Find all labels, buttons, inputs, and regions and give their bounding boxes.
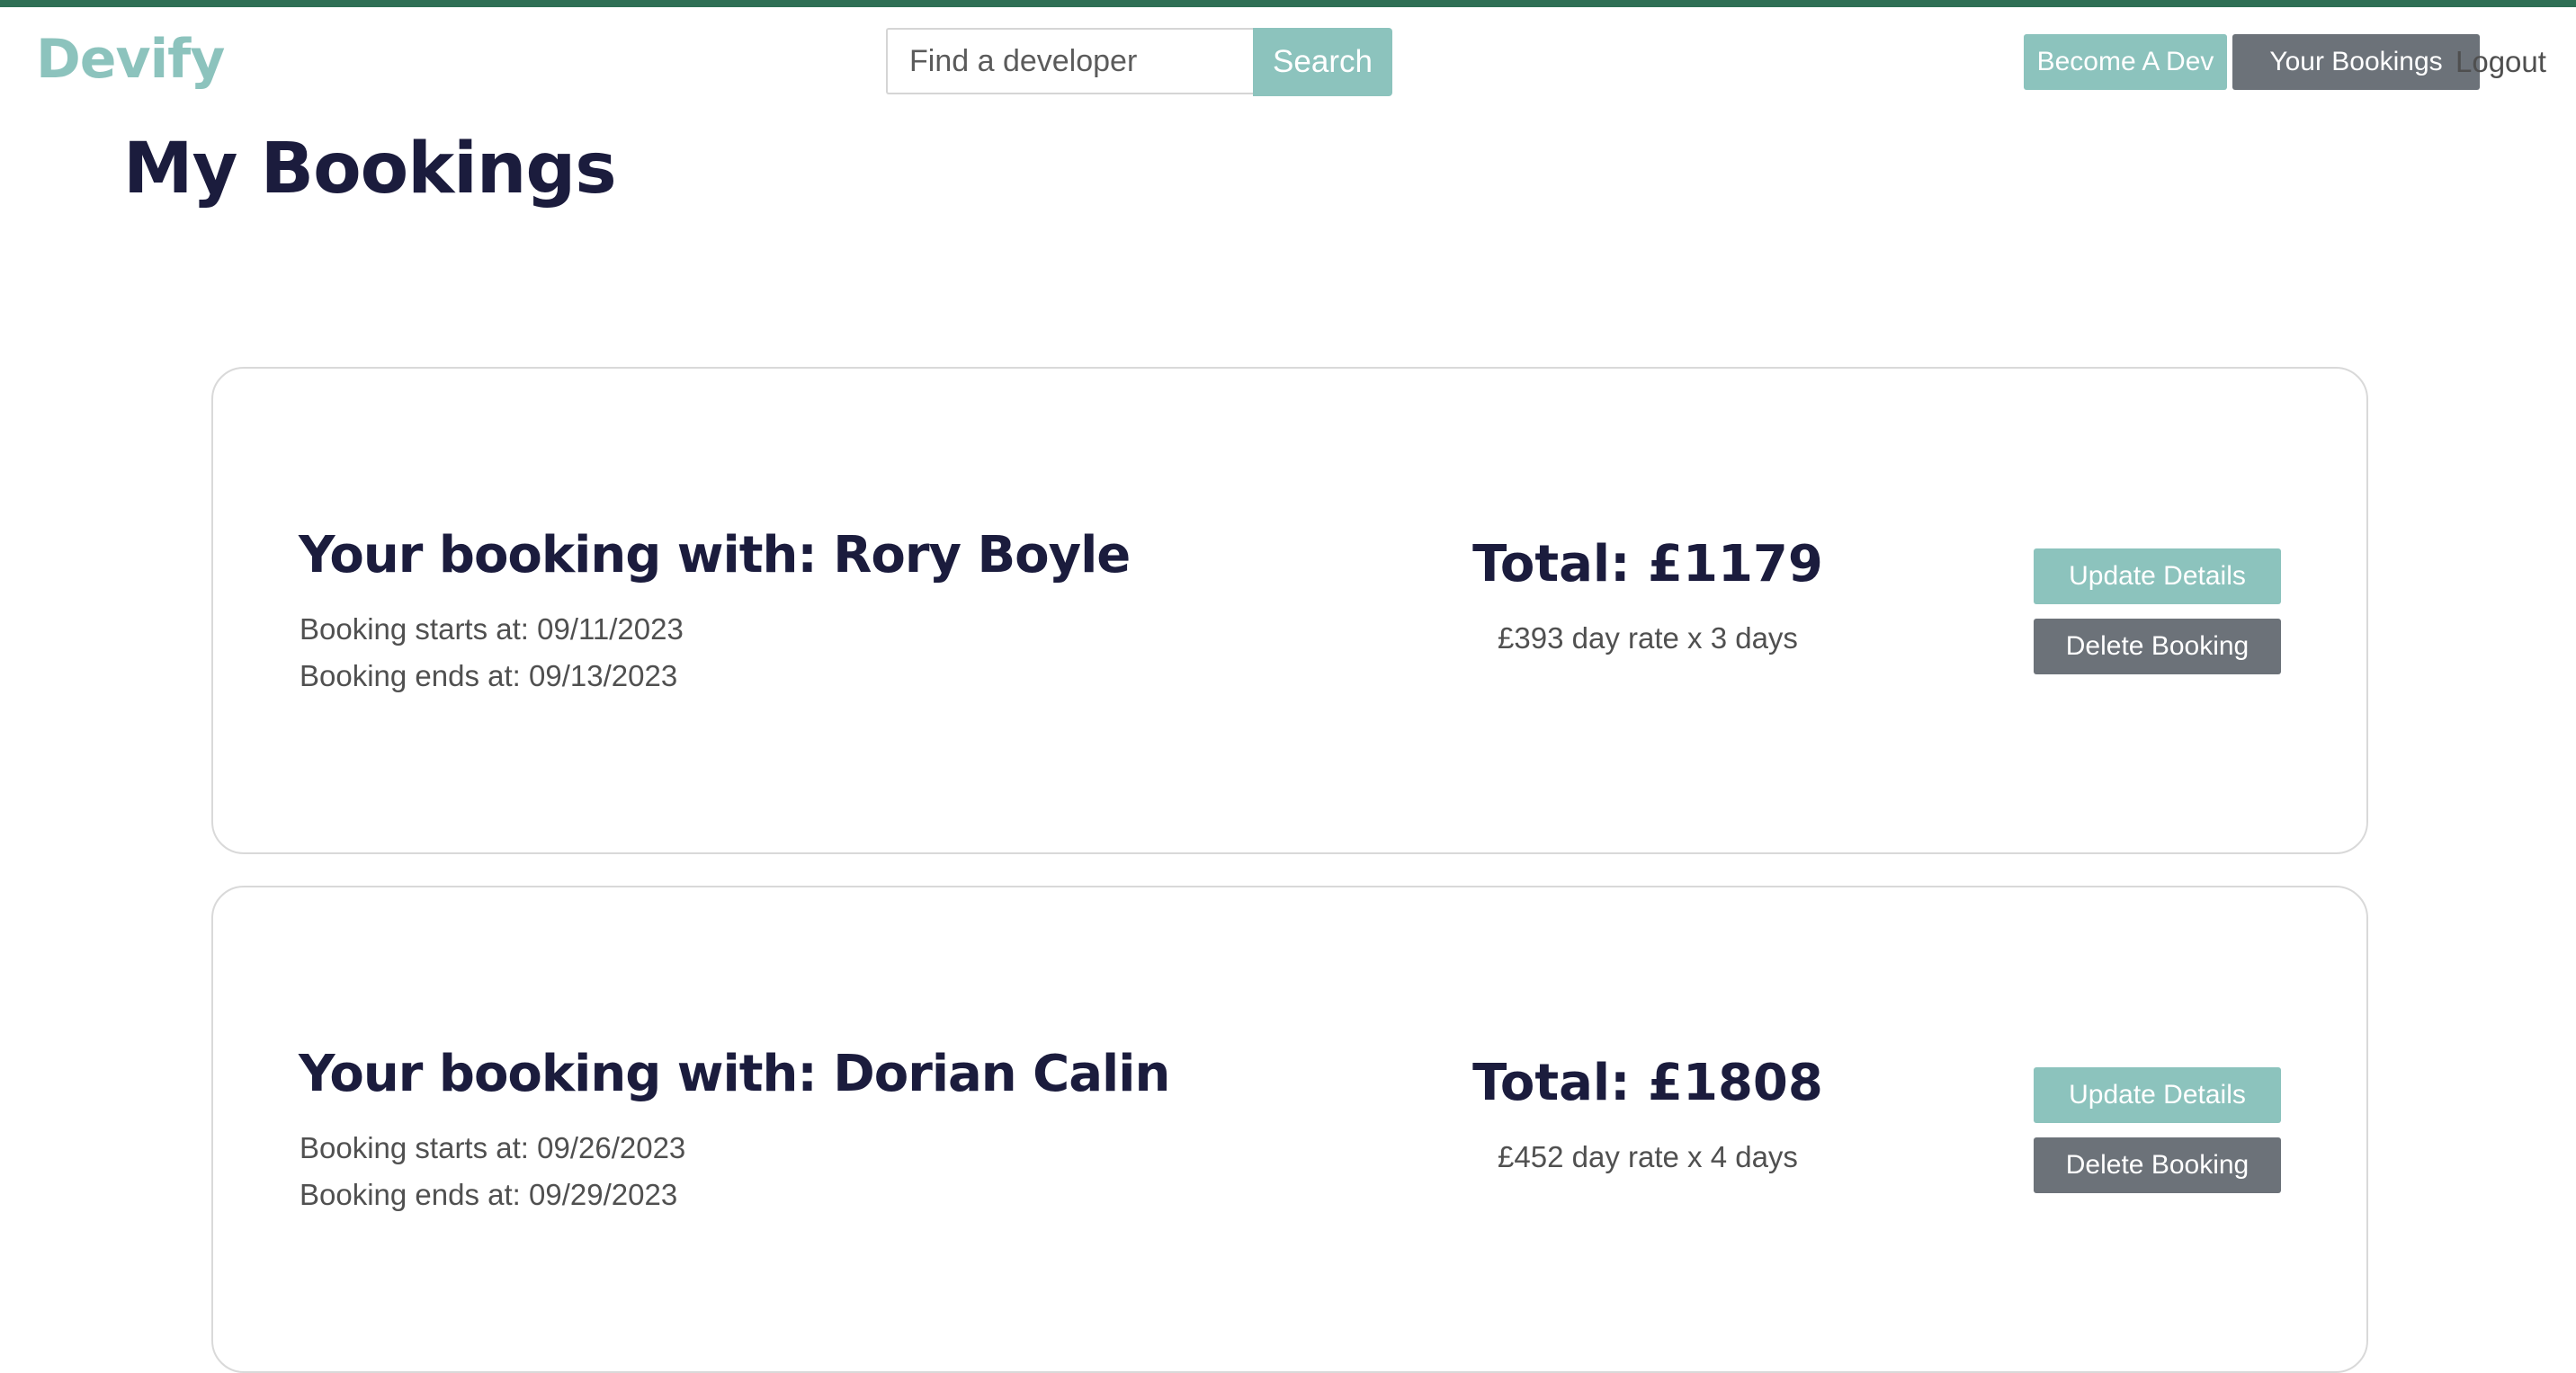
become-dev-button[interactable]: Become A Dev [2024, 34, 2227, 90]
top-accent-bar [0, 0, 2576, 7]
delete-booking-button[interactable]: Delete Booking [2034, 1137, 2281, 1193]
your-bookings-button[interactable]: Your Bookings [2232, 34, 2480, 90]
search-button[interactable]: Search [1253, 28, 1392, 96]
booking-total: Total: £1179 [1472, 535, 1823, 593]
page-title: My Bookings [123, 129, 617, 210]
booking-start-date: Booking starts at: 09/26/2023 [300, 1131, 686, 1164]
booking-rate: £393 day rate x 3 days [1498, 621, 1798, 655]
search-input[interactable] [886, 28, 1253, 94]
booking-card: Your booking with: Rory Boyle Booking st… [211, 367, 2368, 854]
booking-start-date: Booking starts at: 09/11/2023 [300, 612, 684, 646]
booking-rate: £452 day rate x 4 days [1498, 1140, 1798, 1173]
booking-title: Your booking with: Dorian Calin [299, 1045, 1170, 1103]
delete-booking-button[interactable]: Delete Booking [2034, 619, 2281, 674]
update-details-button[interactable]: Update Details [2034, 548, 2281, 604]
booking-total: Total: £1808 [1472, 1054, 1823, 1112]
logout-link[interactable]: Logout [2455, 34, 2546, 90]
logo[interactable]: Devify [36, 22, 225, 97]
booking-card: Your booking with: Dorian Calin Booking … [211, 886, 2368, 1373]
update-details-button[interactable]: Update Details [2034, 1067, 2281, 1123]
booking-end-date: Booking ends at: 09/29/2023 [300, 1178, 678, 1211]
booking-end-date: Booking ends at: 09/13/2023 [300, 659, 678, 692]
booking-title: Your booking with: Rory Boyle [299, 526, 1131, 584]
